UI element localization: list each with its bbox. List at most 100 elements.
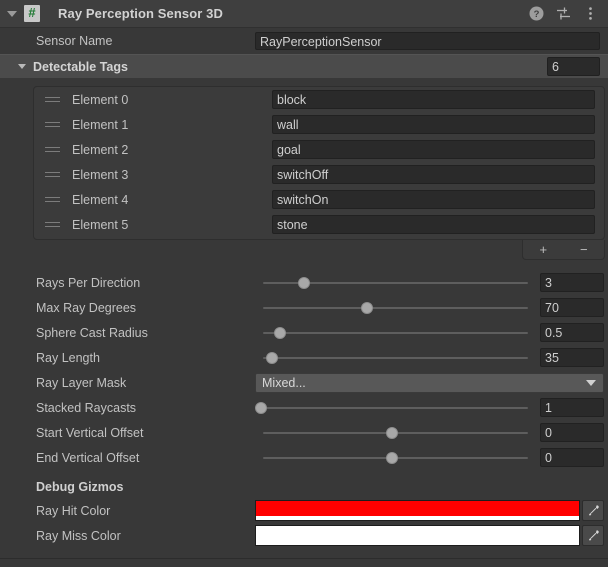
slider-knob[interactable]	[297, 276, 310, 289]
component-header: Ray Perception Sensor 3D ?	[0, 0, 608, 28]
element-value-input[interactable]: switchOn	[272, 190, 595, 209]
eyedropper-icon[interactable]	[582, 500, 604, 521]
slider-group-primary: Rays Per Direction 3 Max Ray Degrees 70 …	[0, 270, 608, 548]
element-value-input[interactable]: goal	[272, 140, 595, 159]
preset-icon[interactable]	[556, 6, 571, 21]
ray-length-input[interactable]: 35	[540, 348, 604, 367]
max-ray-degrees-label: Max Ray Degrees	[36, 300, 137, 315]
detectable-tags-list: Element 0 block Element 1 wall Element 2…	[33, 86, 605, 240]
remove-element-button[interactable]: −	[564, 240, 605, 259]
slider-track	[263, 306, 528, 309]
element-label: Element 1	[72, 117, 129, 132]
slider-knob[interactable]	[265, 351, 278, 364]
kebab-menu-icon[interactable]	[583, 6, 598, 21]
help-icon[interactable]: ?	[529, 6, 544, 21]
ray-miss-color-field[interactable]	[255, 525, 604, 546]
start-vertical-offset-slider[interactable]	[255, 423, 534, 443]
rays-per-direction-label: Rays Per Direction	[36, 275, 141, 290]
triangle-glyph	[7, 10, 17, 17]
drag-handle-icon[interactable]	[44, 145, 62, 154]
rays-per-direction-row: Rays Per Direction 3	[0, 270, 608, 295]
element-value-input[interactable]: block	[272, 90, 595, 109]
max-ray-degrees-slider[interactable]	[255, 298, 534, 318]
drag-handle-icon[interactable]	[44, 195, 62, 204]
slider-track	[263, 356, 528, 359]
header-icon-group: ?	[529, 6, 602, 21]
slider-knob[interactable]	[385, 451, 398, 464]
sphere-cast-radius-slider[interactable]	[255, 323, 534, 343]
ray-hit-color-swatch[interactable]	[255, 500, 580, 521]
debug-gizmos-heading: Debug Gizmos	[36, 480, 124, 494]
detectable-tags-count-input[interactable]: 6	[547, 57, 600, 76]
ray-layer-mask-row: Ray Layer Mask Mixed...	[0, 370, 608, 395]
list-footer: + −	[522, 240, 605, 260]
end-vertical-offset-slider[interactable]	[255, 448, 534, 468]
list-item[interactable]: Element 3 switchOff	[34, 162, 604, 187]
sensor-name-row: Sensor Name RayPerceptionSensor	[0, 28, 608, 54]
eyedropper-icon[interactable]	[582, 525, 604, 546]
svg-text:?: ?	[534, 9, 540, 20]
add-element-button[interactable]: +	[523, 240, 564, 259]
start-vertical-offset-label: Start Vertical Offset	[36, 425, 144, 440]
color-main	[256, 501, 579, 516]
ray-hit-color-row: Ray Hit Color	[0, 498, 608, 523]
ray-layer-mask-dropdown[interactable]: Mixed...	[255, 372, 604, 393]
ray-length-slider[interactable]	[255, 348, 534, 368]
detectable-tags-header[interactable]: Detectable Tags 6	[0, 54, 608, 78]
drag-handle-icon[interactable]	[44, 95, 62, 104]
list-item[interactable]: Element 4 switchOn	[34, 187, 604, 212]
end-vertical-offset-input[interactable]: 0	[540, 448, 604, 467]
element-value-input[interactable]: stone	[272, 215, 595, 234]
ray-miss-color-swatch[interactable]	[255, 525, 580, 546]
ray-length-label: Ray Length	[36, 350, 100, 365]
slider-knob[interactable]	[385, 426, 398, 439]
stacked-raycasts-label: Stacked Raycasts	[36, 400, 137, 415]
triangle-down-icon[interactable]	[18, 64, 26, 69]
element-label: Element 2	[72, 142, 129, 157]
stacked-raycasts-row: Stacked Raycasts 1	[0, 395, 608, 420]
end-vertical-offset-row: End Vertical Offset 0	[0, 445, 608, 470]
element-value-input[interactable]: wall	[272, 115, 595, 134]
panel-bottom-divider	[0, 558, 608, 559]
ray-miss-color-row: Ray Miss Color	[0, 523, 608, 548]
slider-knob[interactable]	[254, 401, 267, 414]
stacked-raycasts-input[interactable]: 1	[540, 398, 604, 417]
slider-track	[263, 406, 528, 409]
stacked-raycasts-slider[interactable]	[254, 398, 534, 418]
sensor-name-input[interactable]: RayPerceptionSensor	[255, 32, 600, 50]
slider-track	[263, 331, 528, 334]
element-label: Element 3	[72, 167, 129, 182]
ray-hit-color-label: Ray Hit Color	[36, 503, 111, 518]
sphere-cast-radius-input[interactable]: 0.5	[540, 323, 604, 342]
ray-length-row: Ray Length 35	[0, 345, 608, 370]
element-label: Element 5	[72, 217, 129, 232]
element-label: Element 4	[72, 192, 129, 207]
detectable-tags-label: Detectable Tags	[33, 59, 128, 74]
list-item[interactable]: Element 0 block	[34, 87, 604, 112]
chevron-down-icon	[586, 379, 596, 386]
drag-handle-icon[interactable]	[44, 170, 62, 179]
element-value-input[interactable]: switchOff	[272, 165, 595, 184]
max-ray-degrees-row: Max Ray Degrees 70	[0, 295, 608, 320]
color-main	[256, 526, 579, 541]
drag-handle-icon[interactable]	[44, 220, 62, 229]
ray-layer-mask-value: Mixed...	[262, 375, 306, 390]
slider-knob[interactable]	[274, 326, 287, 339]
drag-handle-icon[interactable]	[44, 120, 62, 129]
color-alpha-bar	[256, 541, 579, 545]
end-vertical-offset-label: End Vertical Offset	[36, 450, 140, 465]
start-vertical-offset-input[interactable]: 0	[540, 423, 604, 442]
rays-per-direction-slider[interactable]	[255, 273, 534, 293]
cs-script-icon	[24, 4, 40, 22]
rays-per-direction-input[interactable]: 3	[540, 273, 604, 292]
triangle-down-icon[interactable]	[4, 6, 20, 22]
list-item[interactable]: Element 5 stone	[34, 212, 604, 237]
ray-hit-color-field[interactable]	[255, 500, 604, 521]
ray-layer-mask-label: Ray Layer Mask	[36, 375, 127, 390]
slider-knob[interactable]	[360, 301, 373, 314]
list-item[interactable]: Element 1 wall	[34, 112, 604, 137]
sphere-cast-radius-label: Sphere Cast Radius	[36, 325, 148, 340]
max-ray-degrees-input[interactable]: 70	[540, 298, 604, 317]
list-item[interactable]: Element 2 goal	[34, 137, 604, 162]
element-label: Element 0	[72, 92, 129, 107]
